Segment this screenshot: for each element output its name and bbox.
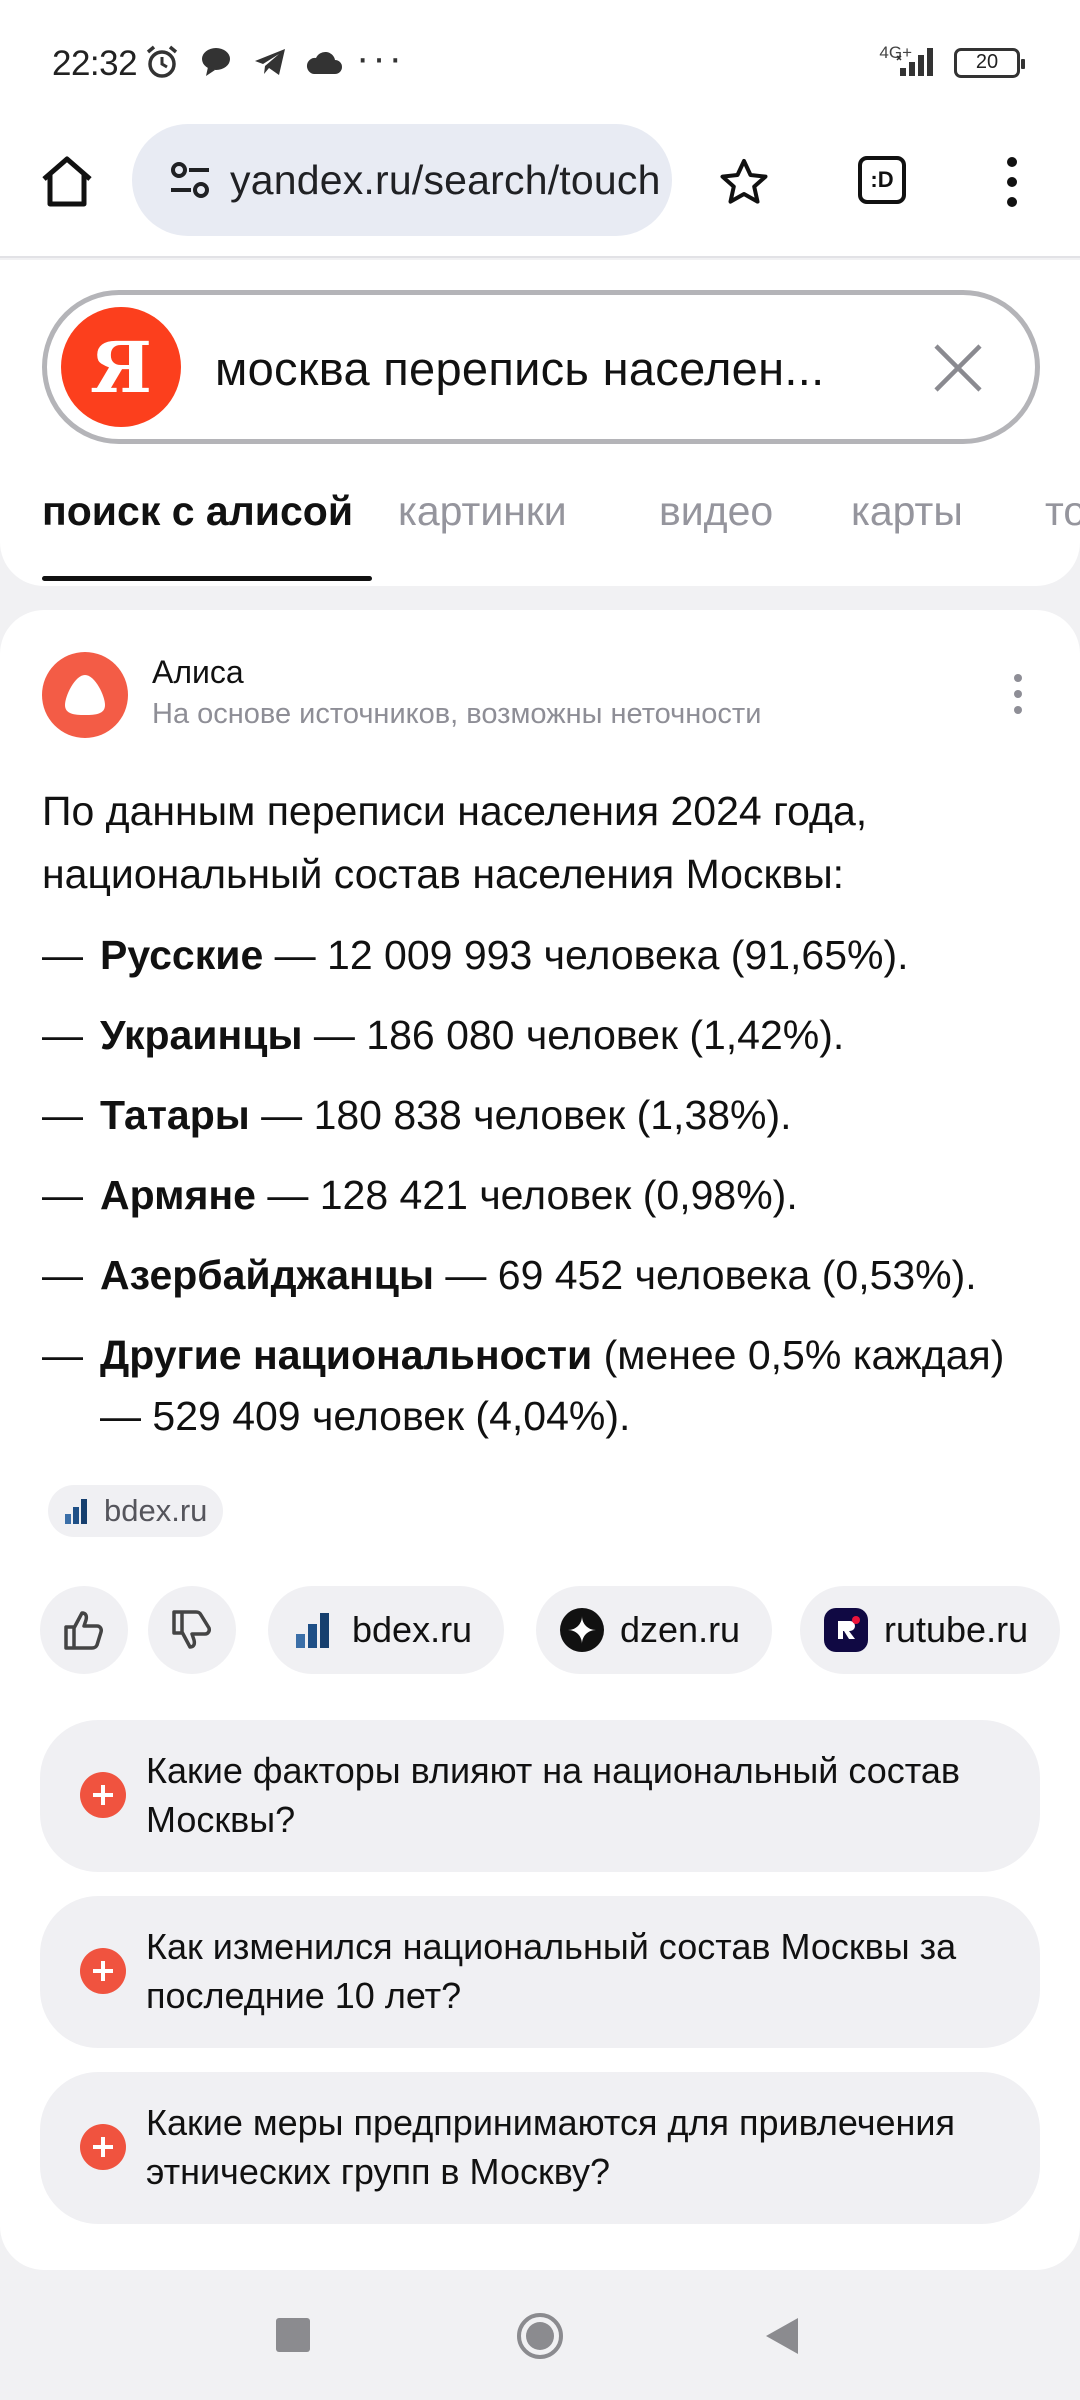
browser-toolbar: yandex.ru/search/touch :D — [0, 120, 1080, 258]
status-right: 20 — [896, 42, 1025, 83]
source-bdex[interactable]: bdex.ru — [268, 1586, 505, 1674]
suggested-question-text[interactable]: Какие меры предпринимаются для привлечен… — [146, 2098, 1006, 2196]
search-input[interactable]: Я москва перепись населен... — [42, 290, 1040, 444]
list-item: — Армяне — 128 421 человек (0,98%). — [42, 1172, 798, 1218]
cloud-icon — [304, 42, 344, 82]
group-name: Армяне — [100, 1172, 256, 1218]
status-time: 22:32 — [52, 44, 138, 83]
bookmark-button[interactable] — [712, 150, 776, 214]
tab-maps[interactable]: карты — [851, 488, 963, 535]
status-bar: 22:32 ··· 4G+ 20 — [0, 0, 1080, 120]
yandex-logo[interactable]: Я — [61, 307, 181, 427]
tab-alice-search[interactable]: поиск с алисой — [42, 488, 353, 535]
rutube-icon — [824, 1608, 868, 1652]
plus-icon — [80, 1772, 126, 1818]
tab-switcher-button[interactable]: :D — [858, 156, 906, 204]
search-query[interactable]: москва перепись населен... — [215, 341, 824, 396]
url-bar[interactable]: yandex.ru/search/touch — [132, 124, 672, 236]
group-detail: — 180 838 человек (1,38%). — [249, 1092, 792, 1138]
battery-icon: 20 — [954, 47, 1025, 78]
status-icons — [142, 42, 344, 82]
group-name: Русские — [100, 932, 264, 978]
tab-more[interactable]: то — [1045, 488, 1080, 535]
inline-source-label[interactable]: bdex.ru — [104, 1493, 207, 1529]
group-detail: — 186 080 человек (1,42%). — [302, 1012, 845, 1058]
tab-images[interactable]: картинки — [398, 488, 567, 535]
list-item: — Русские — 12 009 993 человека (91,65%). — [42, 932, 909, 978]
plus-icon — [80, 1948, 126, 1994]
bdex-icon — [292, 1608, 336, 1652]
thumbs-down-icon — [172, 1610, 211, 1649]
recents-button[interactable] — [276, 2318, 310, 2352]
group-name: Другие национальности — [100, 1332, 593, 1378]
plus-icon — [80, 2124, 126, 2170]
source-name[interactable]: dzen.ru — [620, 1609, 740, 1651]
home-icon — [42, 156, 92, 207]
answer-author: Алиса — [152, 654, 244, 690]
back-nav-button[interactable] — [762, 2314, 802, 2358]
bdex-icon — [65, 1499, 87, 1524]
answer-text: По данным переписи населения 2024 года, … — [42, 780, 1042, 1447]
signal-icon — [896, 42, 942, 83]
alice-avatar — [42, 652, 128, 738]
suggested-question[interactable]: Как изменился национальный состав Москвы… — [40, 1896, 1040, 2048]
clear-search-button[interactable] — [927, 337, 989, 399]
tab-video[interactable]: видео — [659, 488, 773, 535]
card-menu-button[interactable] — [1008, 674, 1028, 724]
group-detail: — 12 009 993 человека (91,65%). — [263, 932, 909, 978]
chat-icon — [196, 42, 236, 82]
suggested-question-text[interactable]: Как изменился национальный состав Москвы… — [146, 1922, 1006, 2020]
source-name[interactable]: rutube.ru — [884, 1609, 1028, 1651]
group-name: Татары — [100, 1092, 250, 1138]
like-button[interactable] — [40, 1586, 128, 1674]
suggested-question-text[interactable]: Какие факторы влияют на национальный сос… — [146, 1746, 1006, 1844]
url-text[interactable]: yandex.ru/search/touch — [230, 157, 660, 204]
search-panel: Я москва перепись населен... поиск с али… — [0, 260, 1080, 586]
source-dzen[interactable]: dzen.ru — [536, 1586, 773, 1674]
browser-menu-button[interactable] — [992, 150, 1032, 214]
search-tabs: поиск с алисой картинки видео карты то — [0, 476, 1080, 586]
alice-answer-card: Алиса На основе источников, возможны нет… — [0, 610, 1080, 2270]
list-item: — Азербайджанцы — 69 452 человека (0,53%)… — [42, 1252, 977, 1298]
suggested-question[interactable]: Какие факторы влияют на национальный сос… — [40, 1720, 1040, 1872]
list-item: — Украинцы — 186 080 человек (1,42%). — [42, 1012, 845, 1058]
answer-intro: По данным переписи населения 2024 года, … — [42, 788, 868, 897]
group-detail: — 69 452 человека (0,53%). — [434, 1252, 977, 1298]
group-detail: — 128 421 человек (0,98%). — [255, 1172, 798, 1218]
source-rutube[interactable]: rutube.ru — [800, 1586, 1061, 1674]
inline-source-chip[interactable]: bdex.ru — [48, 1485, 224, 1537]
active-tab-indicator — [42, 576, 372, 581]
star-icon — [720, 159, 768, 204]
dislike-button[interactable] — [148, 1586, 236, 1674]
answer-disclaimer: На основе источников, возможны неточност… — [152, 698, 762, 730]
system-nav-bar — [0, 2270, 1080, 2400]
list-item: — Татары — 180 838 человек (1,38%). — [42, 1092, 792, 1138]
more-notifications-icon: ··· — [356, 36, 405, 80]
alice-logo-icon — [65, 675, 105, 715]
group-name: Азербайджанцы — [100, 1252, 435, 1298]
group-name: Украинцы — [100, 1012, 303, 1058]
telegram-icon — [250, 42, 290, 82]
home-button[interactable] — [36, 150, 98, 212]
close-icon — [934, 344, 982, 392]
suggested-question[interactable]: Какие меры предпринимаются для привлечен… — [40, 2072, 1040, 2224]
thumbs-up-icon — [64, 1611, 103, 1650]
dzen-icon — [560, 1608, 604, 1652]
site-settings-icon[interactable] — [168, 158, 212, 202]
answer-actions: bdex.ru dzen.ru rutube.ru — [40, 1586, 1080, 1676]
source-name[interactable]: bdex.ru — [352, 1609, 472, 1651]
list-item: — Другие национальности (менее 0,5% кажда… — [42, 1332, 1005, 1439]
alarm-icon — [142, 42, 182, 82]
home-nav-button[interactable] — [516, 2312, 564, 2360]
